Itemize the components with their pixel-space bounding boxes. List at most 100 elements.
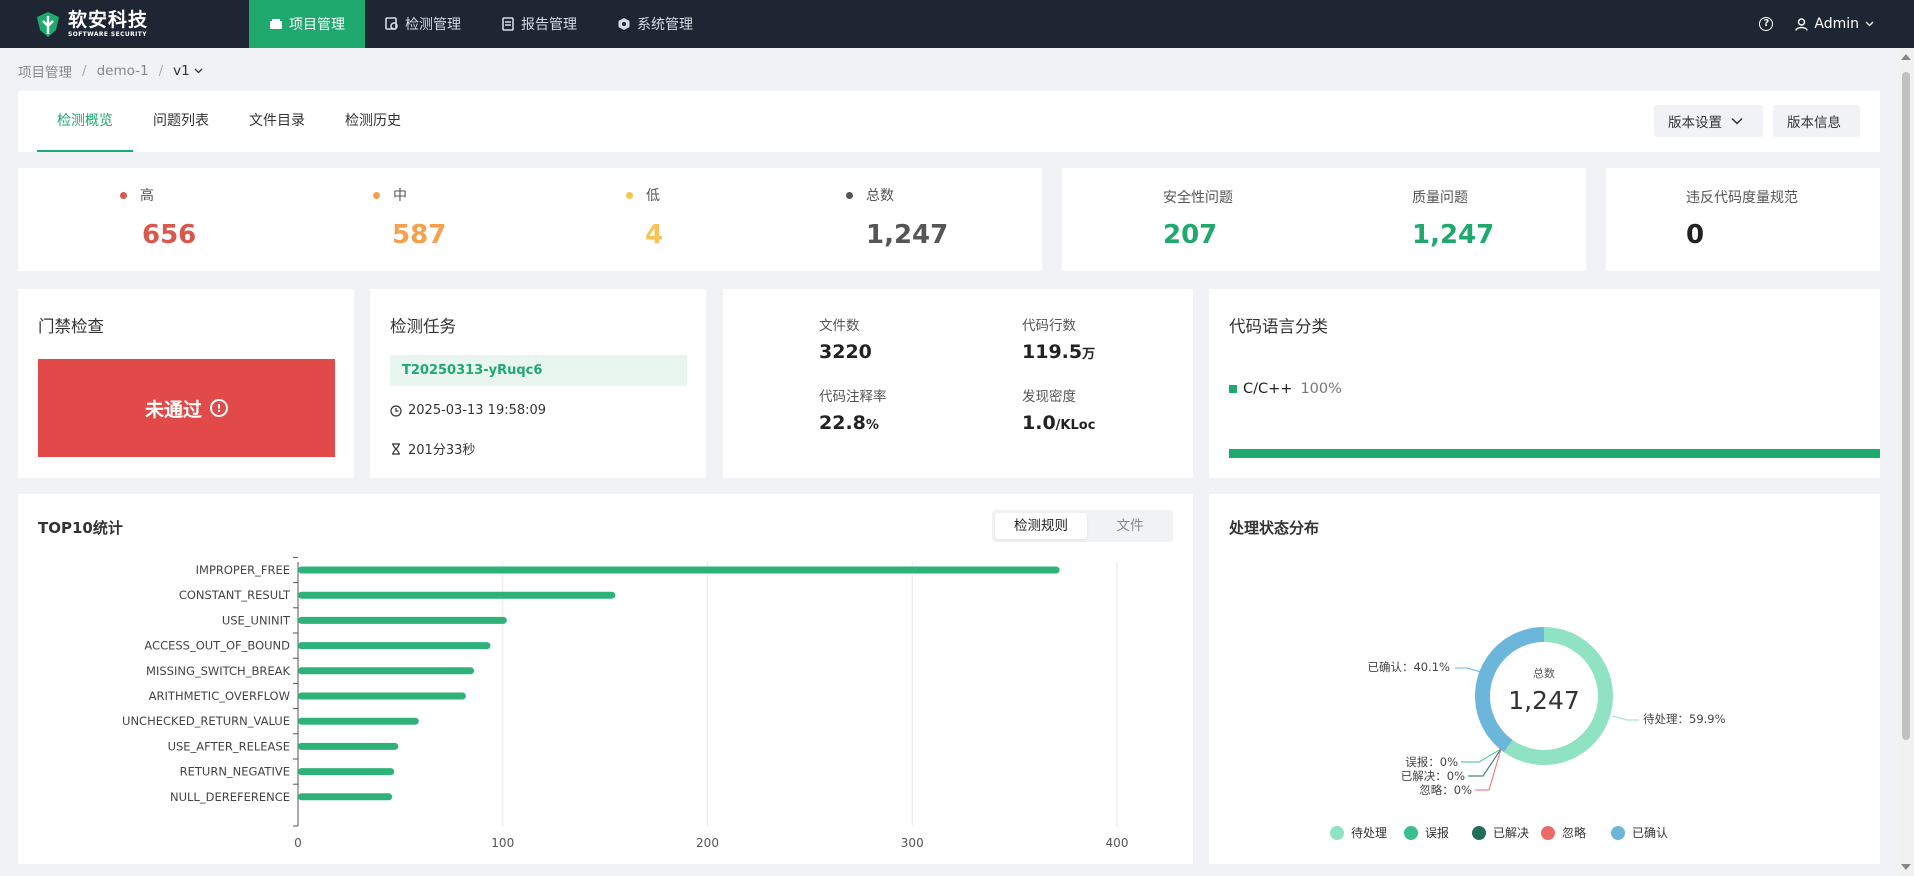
user-name: Admin <box>1814 16 1859 32</box>
value-text: 1.0 <box>1022 412 1056 434</box>
report-icon <box>501 17 515 31</box>
nav-label: 检测管理 <box>405 17 461 33</box>
tab-overview[interactable]: 检测概览 <box>37 91 133 152</box>
button-label: 版本设置 <box>1668 115 1722 131</box>
language-legend: C/C++ 100% <box>1229 381 1342 397</box>
violation-card: 违反代码度量规范 0 <box>1606 168 1880 271</box>
version-info-button[interactable]: 版本信息 <box>1773 105 1860 137</box>
info-icon[interactable]: ! <box>210 399 228 417</box>
quality-issues-value: 1,247 <box>1412 220 1495 250</box>
y-category-label: ARITHMETIC_OVERFLOW <box>149 689 290 703</box>
legend-marker[interactable] <box>1330 826 1344 840</box>
scroll-up-icon[interactable] <box>1901 54 1911 60</box>
bar[interactable] <box>298 717 419 725</box>
bar[interactable] <box>298 742 399 750</box>
language-card: 代码语言分类 C/C++ 100% <box>1209 289 1880 478</box>
bar[interactable] <box>298 667 475 675</box>
clock-icon <box>390 404 402 417</box>
slice-label: 忽略：0% <box>1419 783 1472 797</box>
status-donut-chart: 总数 1,247 待处理：59.9% 已确认：40.1% 误报：0%已解决：0%忽略：0… <box>1330 627 1726 840</box>
breadcrumb-current: v1 <box>173 63 190 79</box>
slice-label: 误报：0% <box>1405 755 1458 769</box>
nav-system-management[interactable]: 系统管理 <box>597 0 713 48</box>
nav-label: 报告管理 <box>521 17 577 33</box>
project-icon <box>269 17 283 31</box>
violation-value: 0 <box>1686 220 1705 250</box>
nav-detect-management[interactable]: 检测管理 <box>365 0 481 48</box>
logo-subtext: SOFTWARE SECURITY <box>68 30 148 37</box>
severity-total-label: 总数 <box>846 185 894 205</box>
value-text: 22.8 <box>819 412 866 434</box>
task-time: 2025-03-13 19:58:09 <box>390 403 546 418</box>
bar[interactable] <box>298 616 507 624</box>
bar[interactable] <box>298 642 491 650</box>
legend-label[interactable]: 已确认 <box>1632 826 1668 840</box>
version-selector[interactable]: v1 <box>173 63 203 79</box>
chevron-down-icon <box>1865 21 1874 27</box>
y-category-label: RETURN_NEGATIVE <box>180 765 290 779</box>
gate-check-card: 门禁检查 未通过 ! <box>18 289 354 478</box>
label-text: 中 <box>393 188 407 204</box>
tab-file-directory[interactable]: 文件目录 <box>249 91 305 152</box>
unit-text: 万 <box>1082 347 1096 362</box>
breadcrumb-item[interactable]: 项目管理 <box>18 61 72 81</box>
language-percent: 100% <box>1300 381 1342 397</box>
unit-text: /KLoc <box>1055 418 1096 433</box>
comment-rate-value: 22.8% <box>819 412 879 434</box>
logo-text: 软安科技 <box>68 8 149 31</box>
help-icon[interactable]: ? <box>1759 17 1774 31</box>
severity-mid-label: 中 <box>373 185 407 205</box>
bar[interactable] <box>298 566 1060 574</box>
legend-label[interactable]: 忽略 <box>1562 825 1586 840</box>
version-settings-button[interactable]: 版本设置 <box>1654 105 1763 137</box>
tab-history[interactable]: 检测历史 <box>345 91 401 152</box>
bar[interactable] <box>298 768 395 776</box>
task-id-badge[interactable]: T20250313-yRuqc6 <box>390 355 687 386</box>
card-title: 门禁检查 <box>38 317 104 336</box>
legend-swatch <box>1229 385 1237 393</box>
bar[interactable] <box>298 793 393 801</box>
severity-low-label: 低 <box>626 185 660 205</box>
x-tick-label: 0 <box>294 836 302 850</box>
legend-label[interactable]: 待处理 <box>1351 826 1387 840</box>
logo-mark-icon <box>37 12 59 37</box>
y-category-label: USE_UNINIT <box>222 613 291 627</box>
breadcrumb-item[interactable]: demo-1 <box>97 63 149 79</box>
high-dot-icon <box>120 191 127 199</box>
tab-issue-list[interactable]: 问题列表 <box>153 91 209 152</box>
top10-bar-chart: 0 100 200 300 400 IMPROPER_FREE CONSTANT_RESUL… <box>122 556 1128 850</box>
legend-marker[interactable] <box>1611 826 1625 840</box>
unit-text: % <box>865 418 879 433</box>
language-name: C/C++ <box>1243 381 1293 397</box>
page-scrollbar[interactable] <box>1898 48 1914 876</box>
y-category-label: NULL_DEREFERENCE <box>170 790 290 804</box>
legend-marker[interactable] <box>1404 826 1418 840</box>
task-card: 检测任务 T20250313-yRuqc6 2025-03-13 19:58:0… <box>370 289 706 478</box>
slice-label: 已解决：0% <box>1401 769 1465 783</box>
files-label: 文件数 <box>819 318 860 334</box>
nav-report-management[interactable]: 报告管理 <box>481 0 597 48</box>
scroll-thumb[interactable] <box>1902 72 1910 740</box>
hourglass-icon <box>392 442 400 455</box>
donut-center-label: 总数 <box>1533 666 1555 680</box>
top-right-actions: ? Admin <box>1759 0 1880 48</box>
bar[interactable] <box>298 591 616 599</box>
system-icon <box>617 17 631 31</box>
nav-project-management[interactable]: 项目管理 <box>249 0 365 48</box>
gate-status-failed[interactable]: 未通过 ! <box>38 359 335 457</box>
donut-center-value: 1,247 <box>1508 686 1580 715</box>
user-menu[interactable]: Admin <box>1795 16 1880 32</box>
severity-card: 高 656 中 587 低 4 总数 1,247 <box>18 168 1042 271</box>
bar[interactable] <box>298 692 466 700</box>
scroll-down-icon[interactable] <box>1901 864 1911 870</box>
legend-label[interactable]: 已解决 <box>1493 826 1529 840</box>
legend-marker[interactable] <box>1472 826 1486 840</box>
legend-marker[interactable] <box>1541 826 1555 840</box>
breadcrumb: 项目管理 / demo-1 / v1 <box>18 61 203 81</box>
time-text: 2025-03-13 19:58:09 <box>408 403 547 418</box>
duration-text: 201分33秒 <box>408 443 476 458</box>
card-title: 检测任务 <box>390 317 456 336</box>
violation-label: 违反代码度量规范 <box>1686 190 1798 206</box>
company-logo[interactable]: 软安科技 SOFTWARE SECURITY <box>34 8 161 40</box>
legend-label[interactable]: 误报 <box>1425 825 1449 840</box>
